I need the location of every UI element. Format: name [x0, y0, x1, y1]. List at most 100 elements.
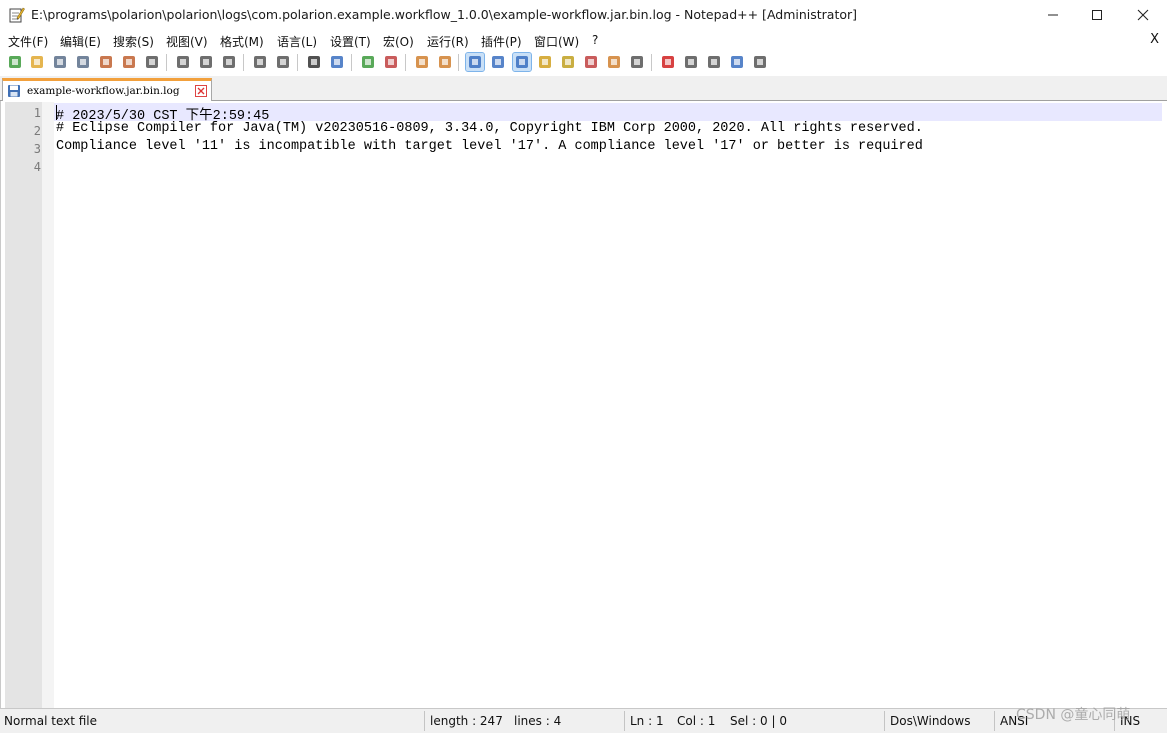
status-lines: lines : 4: [514, 714, 562, 728]
show-all-chars-button[interactable]: [489, 53, 507, 71]
monitoring-icon: [631, 56, 643, 68]
save-macro-button[interactable]: [751, 53, 769, 71]
close-icon: [100, 56, 112, 68]
play-macro-icon: [708, 56, 720, 68]
menu-search[interactable]: 搜索(S): [113, 33, 154, 50]
status-bar: Normal text file length : 247 lines : 4 …: [0, 708, 1167, 733]
toolbar-separator: [351, 54, 352, 71]
doc-map-button[interactable]: [559, 53, 577, 71]
close-all-button[interactable]: [120, 53, 138, 71]
undo-button[interactable]: [251, 53, 269, 71]
record-macro-button[interactable]: [659, 53, 677, 71]
tab-close-button[interactable]: [195, 85, 207, 97]
code-line[interactable]: # Eclipse Compiler for Java(TM) v2023051…: [56, 121, 923, 136]
menu-file[interactable]: 文件(F): [8, 33, 48, 50]
save-all-icon: [77, 56, 89, 68]
undo-icon: [254, 56, 266, 68]
saved-file-icon: [8, 85, 20, 97]
maximize-button[interactable]: [1074, 0, 1120, 30]
indent-guide-button[interactable]: [512, 52, 532, 72]
menu-macro[interactable]: 宏(O): [383, 33, 414, 50]
save-icon: [54, 56, 66, 68]
minimize-button[interactable]: [1030, 0, 1076, 30]
zoom-out-icon: [385, 56, 397, 68]
copy-button[interactable]: [197, 53, 215, 71]
show-all-chars-icon: [492, 56, 504, 68]
watermark: CSDN @童心同萌: [1016, 707, 1131, 723]
menu-plugins[interactable]: 插件(P): [481, 33, 522, 50]
copy-icon: [200, 56, 212, 68]
editor-area[interactable]: 1 2 3 4 # 2023/5/30 CST 下午2:59:45 # Ecli…: [0, 101, 1167, 708]
close-all-icon: [123, 56, 135, 68]
fold-margin[interactable]: [42, 102, 54, 708]
line-number: 3: [33, 142, 41, 156]
status-eol-format[interactable]: Dos\Windows: [890, 714, 970, 728]
toolbar-separator: [405, 54, 406, 71]
paste-button[interactable]: [220, 53, 238, 71]
open-file-icon: [31, 56, 43, 68]
word-wrap-button[interactable]: [465, 52, 485, 72]
tab-bar: example-workflow.jar.bin.log: [0, 76, 1167, 101]
record-macro-icon: [662, 56, 674, 68]
close-window-button[interactable]: [1120, 0, 1166, 30]
toolbar: [0, 50, 1167, 76]
stop-macro-button[interactable]: [682, 53, 700, 71]
menu-settings[interactable]: 设置(T): [330, 33, 371, 50]
zoom-in-button[interactable]: [359, 53, 377, 71]
menu-help[interactable]: ?: [592, 33, 598, 47]
tab-close-icon: [197, 87, 205, 95]
menu-window[interactable]: 窗口(W): [534, 33, 579, 50]
tab-example-workflow-log[interactable]: example-workflow.jar.bin.log: [2, 78, 212, 101]
replace-button[interactable]: [328, 53, 346, 71]
notepad-plus-plus-icon: [9, 7, 25, 23]
window-title: E:\programs\polarion\polarion\logs\com.p…: [31, 7, 858, 22]
user-language-button[interactable]: [536, 53, 554, 71]
print-icon: [146, 56, 158, 68]
sync-vertical-button[interactable]: [413, 53, 431, 71]
monitoring-button[interactable]: [628, 53, 646, 71]
redo-button[interactable]: [274, 53, 292, 71]
close-icon: [1137, 9, 1149, 21]
status-divider: [884, 711, 885, 731]
menu-edit[interactable]: 编辑(E): [60, 33, 101, 50]
new-file-button[interactable]: [6, 53, 24, 71]
close-button[interactable]: [97, 53, 115, 71]
print-button[interactable]: [143, 53, 161, 71]
status-column-position: Col : 1: [677, 714, 716, 728]
play-macro-button[interactable]: [705, 53, 723, 71]
replace-icon: [331, 56, 343, 68]
status-length: length : 247: [430, 714, 503, 728]
redo-icon: [277, 56, 289, 68]
status-line-position: Ln : 1: [630, 714, 664, 728]
line-number-margin: 1 2 3 4: [5, 102, 42, 708]
menu-language[interactable]: 语言(L): [277, 33, 317, 50]
close-document-button[interactable]: X: [1150, 32, 1159, 47]
toolbar-separator: [243, 54, 244, 71]
run-macro-multiple-icon: [731, 56, 743, 68]
run-macro-multiple-button[interactable]: [728, 53, 746, 71]
toolbar-separator: [166, 54, 167, 71]
cut-icon: [177, 56, 189, 68]
code-line[interactable]: Compliance level '11' is incompatible wi…: [56, 139, 923, 154]
doc-map-icon: [562, 56, 574, 68]
menu-run[interactable]: 运行(R): [427, 33, 469, 50]
cut-button[interactable]: [174, 53, 192, 71]
save-button[interactable]: [51, 53, 69, 71]
menu-format[interactable]: 格式(M): [220, 33, 264, 50]
maximize-icon: [1092, 10, 1102, 20]
save-macro-icon: [754, 56, 766, 68]
find-icon: [308, 56, 320, 68]
open-file-button[interactable]: [28, 53, 46, 71]
sync-horizontal-button[interactable]: [436, 53, 454, 71]
menu-view[interactable]: 视图(V): [166, 33, 208, 50]
folder-as-workspace-button[interactable]: [605, 53, 623, 71]
toolbar-separator: [458, 54, 459, 71]
function-list-button[interactable]: [582, 53, 600, 71]
status-file-type: Normal text file: [4, 714, 98, 728]
zoom-out-button[interactable]: [382, 53, 400, 71]
toolbar-separator: [651, 54, 652, 71]
save-all-button[interactable]: [74, 53, 92, 71]
status-divider: [624, 711, 625, 731]
text-caret: [56, 105, 57, 120]
find-button[interactable]: [305, 53, 323, 71]
